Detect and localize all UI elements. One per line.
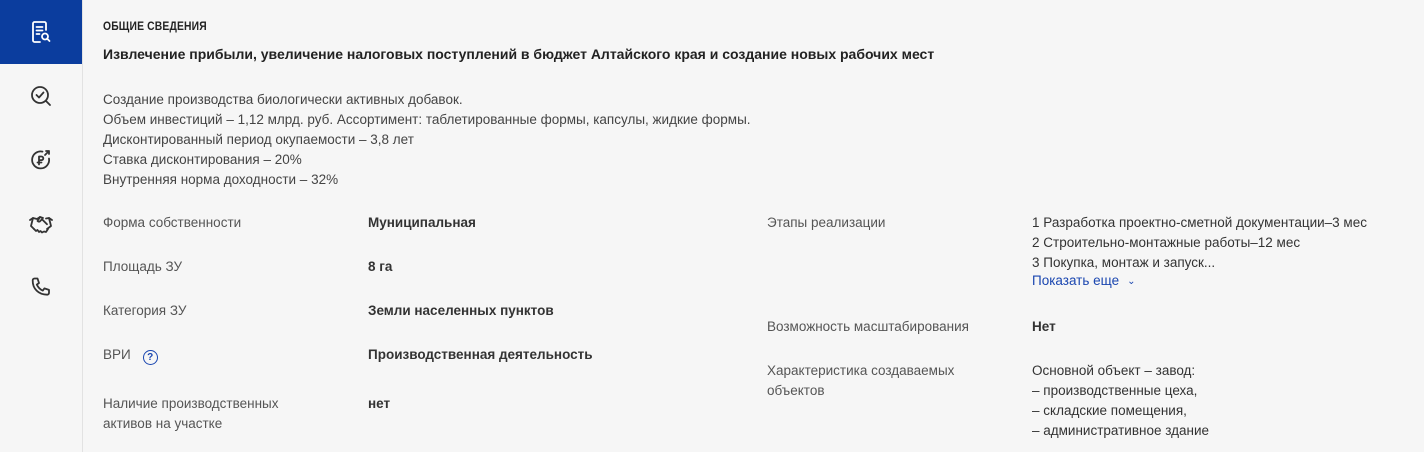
scaling-value: Нет	[1032, 319, 1056, 334]
section-title: ОБЩИЕ СВЕДЕНИЯ	[103, 19, 207, 33]
label-line: Характеристика создаваемых	[767, 363, 955, 378]
area-value: 8 га	[368, 259, 393, 274]
land-category-label: Категория ЗУ	[103, 303, 187, 318]
main-content: ОБЩИЕ СВЕДЕНИЯ Извлечение прибыли, увели…	[103, 0, 1424, 452]
description-line: Ставка дисконтирования – 20%	[103, 152, 302, 167]
project-description: Создание производства биологически актив…	[103, 90, 751, 190]
label-line: Наличие производственных	[103, 396, 279, 411]
permitted-use-field: ВРИ?	[103, 345, 158, 365]
phone-icon	[31, 277, 50, 296]
sidebar-item-partnership[interactable]	[0, 192, 82, 256]
objects-label: Характеристика создаваемых объектов	[767, 361, 954, 401]
sidebar-item-analysis[interactable]	[0, 64, 82, 128]
search-check-icon	[31, 86, 51, 106]
show-more-link[interactable]: Показать еще ⌄	[1032, 273, 1136, 288]
sidebar-item-contacts[interactable]	[0, 256, 82, 320]
object-line: – административное здание	[1032, 423, 1210, 438]
object-line: – производственные цеха,	[1032, 383, 1198, 398]
sidebar-item-general-info[interactable]	[0, 0, 82, 64]
label-line: активов на участке	[103, 416, 223, 431]
objects-list: Основной объект – завод: – производствен…	[1032, 361, 1209, 441]
document-search-icon	[32, 21, 51, 43]
help-icon[interactable]: ?	[142, 350, 158, 365]
object-line: – складские помещения,	[1032, 403, 1187, 418]
description-line: Создание производства биологически актив…	[103, 92, 463, 107]
stage-item: 3 Покупка, монтаж и запуск...	[1032, 255, 1216, 270]
object-line: Основной объект – завод:	[1032, 363, 1196, 378]
chevron-down-icon: ⌄	[1127, 276, 1136, 287]
area-label: Площадь ЗУ	[103, 259, 183, 274]
project-goal: Извлечение прибыли, увеличение налоговых…	[103, 46, 935, 62]
scaling-label: Возможность масштабирования	[767, 319, 969, 334]
ownership-label: Форма собственности	[103, 215, 242, 230]
production-assets-label: Наличие производственных активов на учас…	[103, 394, 279, 434]
stage-item: 2 Строительно-монтажные работы–12 мес	[1032, 235, 1301, 250]
sidebar-item-finance[interactable]	[0, 128, 82, 192]
ownership-value: Муниципальная	[368, 215, 476, 230]
permitted-use-value: Производственная деятельность	[368, 347, 593, 362]
label-line: объектов	[767, 383, 825, 398]
description-line: Внутренняя норма доходности – 32%	[103, 172, 339, 187]
stages-label: Этапы реализации	[767, 215, 886, 230]
stage-item: 1 Разработка проектно-сметной документац…	[1032, 215, 1367, 230]
permitted-use-label: ВРИ	[103, 347, 131, 362]
sidebar	[0, 0, 83, 452]
description-line: Объем инвестиций – 1,12 млрд. руб. Ассор…	[103, 112, 751, 127]
description-line: Дисконтированный период окупаемости – 3,…	[103, 132, 414, 147]
handshake-icon	[29, 216, 53, 234]
money-target-icon	[31, 150, 50, 170]
stages-list: 1 Разработка проектно-сметной документац…	[1032, 213, 1367, 273]
production-assets-value: нет	[368, 396, 391, 411]
show-more-label: Показать еще	[1032, 273, 1120, 288]
land-category-value: Земли населенных пунктов	[368, 303, 554, 318]
